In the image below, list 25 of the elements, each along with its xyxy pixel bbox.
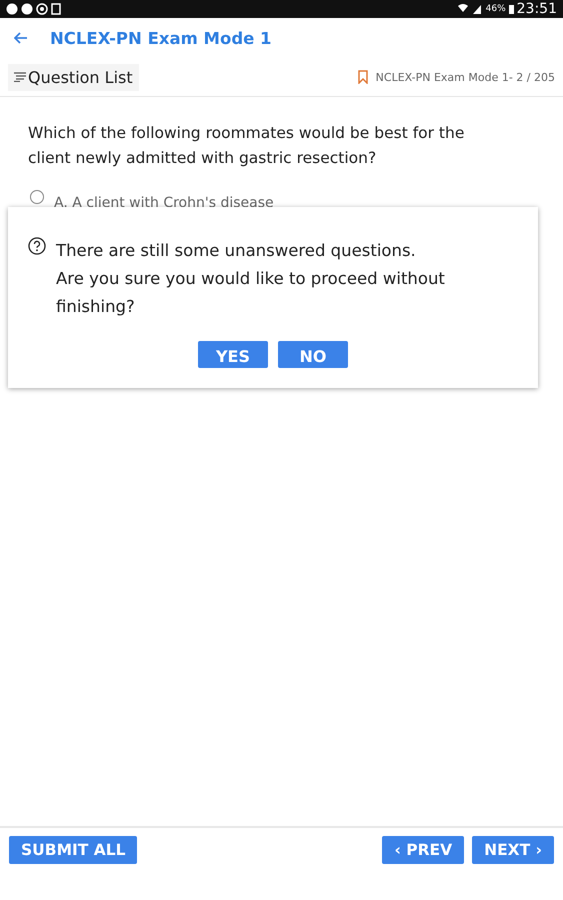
option-label[interactable]: A. A client with Crohn's disease bbox=[54, 195, 274, 207]
progress-text: NCLEX-PN Exam Mode 1- 2 / 205 bbox=[376, 70, 555, 84]
screen-title: NCLEX-PN Exam Mode 1 bbox=[50, 28, 272, 48]
cancel-button[interactable]: NO bbox=[278, 341, 348, 368]
question-text: Which of the following roommates would be best for the client newly admitted with gastric resection? bbox=[28, 123, 466, 169]
next-button[interactable]: NEXT › bbox=[472, 836, 554, 864]
notification-icon bbox=[6, 3, 18, 15]
question-list-button[interactable]: Question List bbox=[8, 64, 139, 90]
target-icon bbox=[36, 3, 48, 15]
confirm-button[interactable]: YES bbox=[198, 341, 268, 368]
battery-icon bbox=[508, 4, 514, 14]
signal-icon bbox=[456, 3, 483, 15]
bookmark-icon[interactable] bbox=[358, 70, 368, 84]
previous-button[interactable]: ‹ PREV bbox=[382, 836, 464, 864]
question-icon bbox=[28, 237, 46, 255]
dialog-message: There are still some unanswered questions. bbox=[56, 240, 417, 262]
clock: 23:51 bbox=[516, 1, 557, 17]
back-button[interactable] bbox=[12, 30, 30, 46]
radio-button[interactable] bbox=[30, 190, 44, 204]
list-icon bbox=[14, 72, 26, 82]
notification-icon bbox=[21, 3, 33, 15]
dialog-message: Are you sure you would like to proceed without finishing? bbox=[56, 268, 446, 318]
submit-all-button[interactable]: SUBMIT ALL bbox=[9, 836, 138, 864]
document-icon bbox=[51, 3, 61, 15]
battery-level: 46% bbox=[486, 4, 506, 14]
